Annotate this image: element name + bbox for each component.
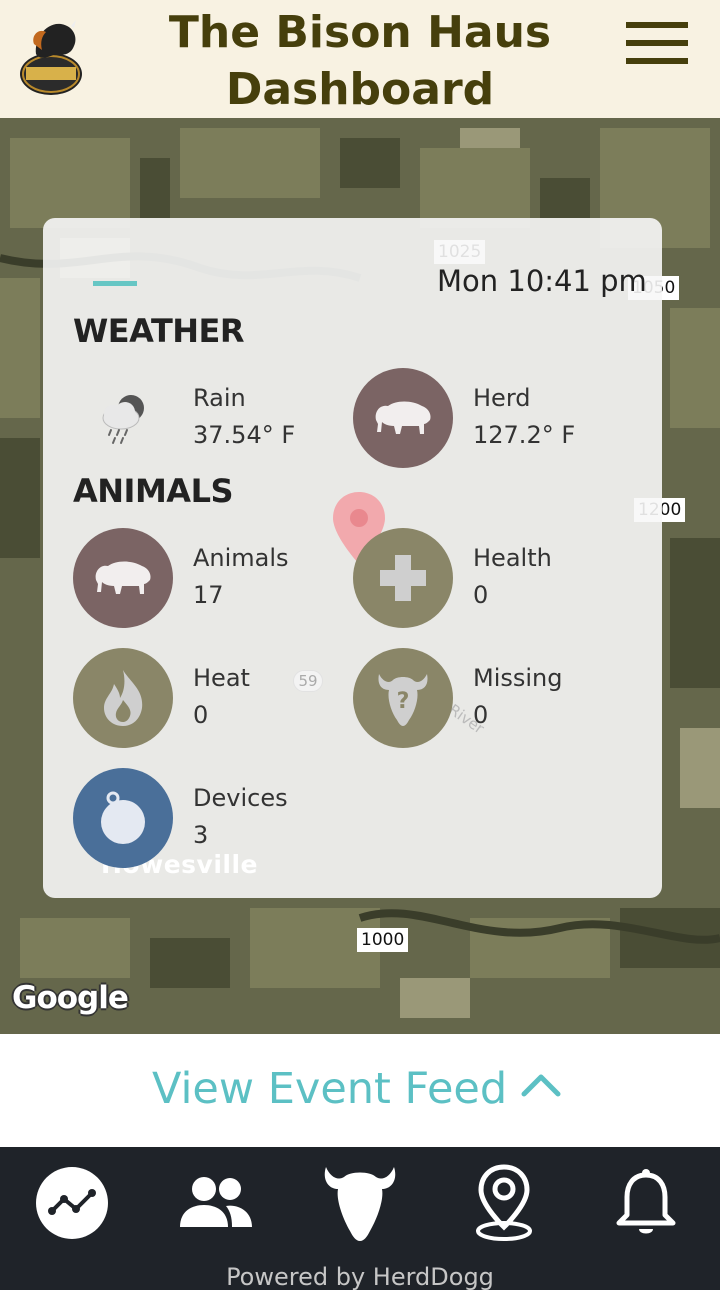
health-cross-icon bbox=[353, 528, 453, 628]
tile-label: Animals bbox=[193, 544, 289, 572]
tile-value: 3 bbox=[193, 821, 209, 849]
event-feed-label: View Event Feed bbox=[152, 1064, 508, 1114]
tile-label: Rain bbox=[193, 384, 246, 412]
tile-label: Health bbox=[473, 544, 552, 572]
flame-icon bbox=[73, 648, 173, 748]
accent-bar bbox=[93, 281, 137, 286]
app-header: The Bison Haus Dashboard bbox=[0, 0, 720, 118]
tile-value: 0 bbox=[473, 581, 489, 609]
tile-value: 0 bbox=[473, 701, 489, 729]
animals-tile-animals[interactable]: Animals 17 bbox=[73, 528, 353, 628]
animals-tile-missing[interactable]: ? Missing 0 bbox=[353, 648, 633, 748]
rain-cloud-icon bbox=[73, 368, 173, 468]
bell-icon bbox=[616, 1169, 676, 1234]
tile-label: Missing bbox=[473, 664, 563, 692]
road-label: 1000 bbox=[357, 928, 409, 952]
animals-tile-health[interactable]: Health 0 bbox=[353, 528, 633, 628]
nav-dashboard[interactable] bbox=[32, 1163, 112, 1243]
tile-label: Devices bbox=[193, 784, 288, 812]
location-pin-icon bbox=[476, 1164, 532, 1241]
tile-value: 37.54° F bbox=[193, 421, 296, 449]
tile-value: 0 bbox=[193, 701, 209, 729]
powered-by-label: Powered by HerdDogg bbox=[226, 1263, 494, 1290]
menu-bar bbox=[626, 22, 688, 28]
view-event-feed-button[interactable]: View Event Feed bbox=[0, 1034, 720, 1147]
hamburger-menu-icon[interactable] bbox=[626, 22, 688, 64]
title-line-2: Dashboard bbox=[225, 64, 495, 115]
title-line-1: The Bison Haus bbox=[168, 7, 552, 58]
current-datetime: Mon 10:41 pm bbox=[437, 264, 647, 298]
animals-tile-devices[interactable]: Devices 3 bbox=[73, 768, 353, 868]
animals-tile-heat[interactable]: Heat 0 bbox=[73, 648, 353, 748]
tile-label: Herd bbox=[473, 384, 531, 412]
dashboard-card: Mon 10:41 pm 59 River Howesville WEATHER… bbox=[43, 218, 662, 898]
device-tag-icon bbox=[73, 768, 173, 868]
tile-value: 127.2° F bbox=[473, 421, 576, 449]
chevron-up-icon bbox=[521, 1074, 561, 1097]
people-icon bbox=[180, 1177, 252, 1227]
nav-notifications[interactable] bbox=[606, 1163, 686, 1243]
weather-tile-rain[interactable]: Rain 37.54° F bbox=[73, 368, 353, 468]
missing-bison-icon: ? bbox=[353, 648, 453, 748]
nav-people[interactable] bbox=[176, 1163, 256, 1243]
nav-map[interactable] bbox=[464, 1163, 544, 1243]
bison-head-icon bbox=[324, 1167, 396, 1241]
menu-bar bbox=[626, 58, 688, 64]
bottom-navigation: Powered by HerdDogg bbox=[0, 1147, 720, 1290]
tile-label: Heat bbox=[193, 664, 250, 692]
bison-icon bbox=[73, 528, 173, 628]
page-title: The Bison Haus Dashboard bbox=[120, 4, 600, 118]
weather-heading: WEATHER bbox=[73, 312, 245, 350]
dashboard-icon bbox=[36, 1167, 108, 1239]
nav-herd[interactable] bbox=[320, 1163, 400, 1243]
tile-value: 17 bbox=[193, 581, 224, 609]
google-attribution: Google bbox=[12, 980, 129, 1016]
weather-tile-herd[interactable]: Herd 127.2° F bbox=[353, 368, 633, 468]
menu-bar bbox=[626, 40, 688, 46]
bison-association-logo bbox=[16, 14, 86, 98]
svg-text:?: ? bbox=[397, 689, 410, 714]
bison-icon bbox=[353, 368, 453, 468]
animals-heading: ANIMALS bbox=[73, 472, 234, 510]
